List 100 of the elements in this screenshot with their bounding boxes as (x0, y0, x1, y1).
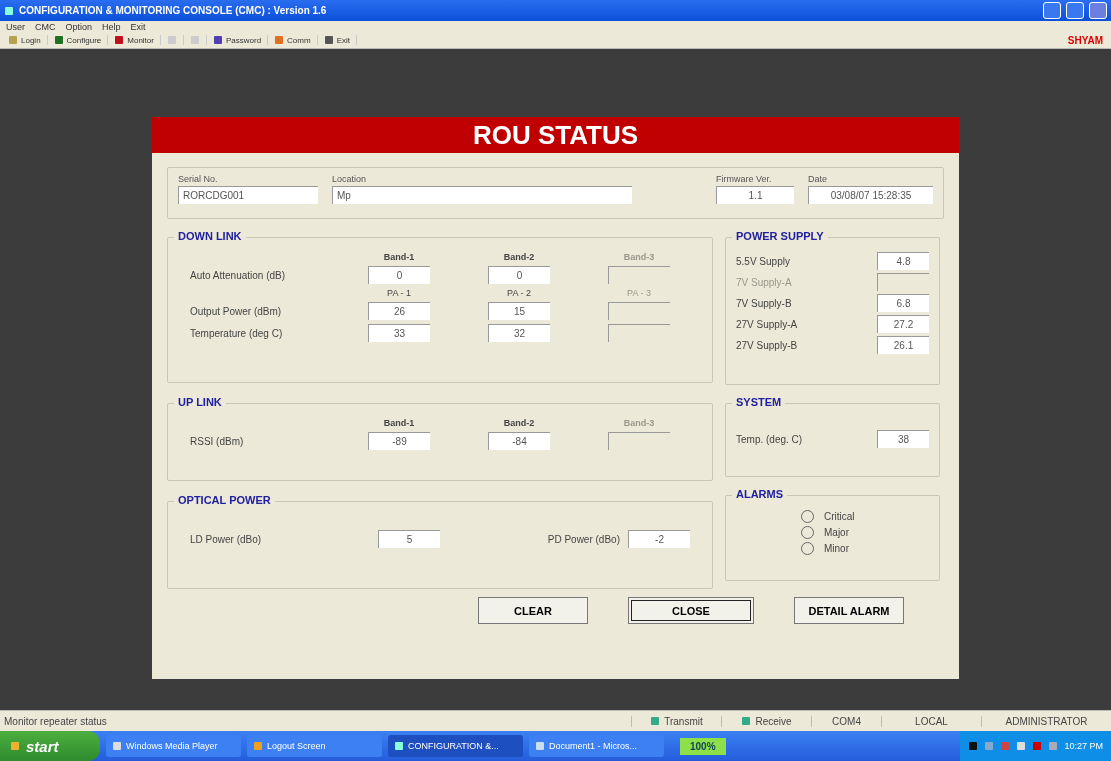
column-heading: Band-1 (382, 418, 416, 428)
status-text: ADMINISTRATOR (1005, 715, 1088, 727)
column-heading: Band-2 (502, 252, 536, 262)
tray-icon (1032, 741, 1043, 751)
minimize-button[interactable] (1043, 2, 1061, 19)
window-title: CONFIGURATION & MONITORING CONSOLE (CMC) : Version 1.6 (19, 5, 328, 16)
value-field[interactable]: -2 (628, 530, 690, 548)
dialog-button[interactable]: CLEAR (478, 597, 588, 624)
column-heading: Band-3 (622, 252, 656, 262)
column-heading: Band-2 (502, 418, 536, 428)
menu-item[interactable]: Option (65, 21, 93, 32)
row-label: Temp. (deg. C) (736, 433, 803, 445)
toolbar-button[interactable]: Exit (323, 35, 357, 45)
row-label: 27V Supply-A (736, 318, 798, 330)
tool-icon (189, 35, 200, 45)
status-text: Transmit (664, 715, 703, 727)
clock: 10:27 PM (1064, 741, 1103, 751)
app-icon (112, 741, 122, 751)
value-field[interactable]: 32 (488, 324, 550, 342)
field-label: Firmware Ver. (716, 174, 773, 184)
value-field[interactable]: Mp (332, 186, 632, 204)
column-heading: Band-3 (622, 418, 656, 428)
value-field[interactable]: -89 (368, 432, 430, 450)
column-heading: PA - 3 (626, 288, 652, 298)
app-icon (4, 5, 14, 16)
start-button[interactable]: start (0, 731, 100, 761)
tool-icon (166, 35, 177, 45)
value-field[interactable]: 4.8 (877, 252, 929, 270)
field-label: Date (808, 174, 828, 184)
app-icon (394, 741, 404, 751)
field-label: Location (332, 174, 368, 184)
row-label: 27V Supply-B (736, 339, 798, 351)
menu-item[interactable]: Exit (130, 21, 146, 32)
value-field[interactable]: 0 (488, 266, 550, 284)
alarm-label: Critical (824, 511, 855, 522)
battery-indicator: 100% (680, 737, 726, 755)
toolbar-button[interactable]: Monitor (114, 35, 161, 45)
value-field[interactable]: 03/08/07 15:28:35 (808, 186, 933, 204)
tray-icon (1016, 741, 1027, 751)
value-field[interactable]: 5 (378, 530, 440, 548)
toolbar-button[interactable]: Comm (274, 35, 318, 45)
status-text: Receive (755, 715, 792, 727)
value-field[interactable]: 15 (488, 302, 550, 320)
group-title: POWER SUPPLY (732, 230, 828, 242)
menu-item[interactable]: User (6, 21, 25, 32)
row-label: Temperature (deg C) (189, 327, 284, 339)
status-text: COM4 (832, 715, 861, 727)
toolbar-button[interactable]: Password (212, 35, 269, 45)
field-label: Serial No. (178, 174, 219, 184)
tray-icon (984, 741, 995, 751)
value-field[interactable] (877, 273, 929, 291)
value-field[interactable]: 33 (368, 324, 430, 342)
row-label: Auto Attenuation (dB) (189, 269, 287, 281)
value-field[interactable]: 26 (368, 302, 430, 320)
menu-item[interactable]: CMC (35, 21, 56, 32)
tool-icon (212, 35, 223, 45)
dialog-button[interactable]: DETAIL ALARM (794, 597, 904, 624)
taskbar-button[interactable]: CONFIGURATION &... (388, 735, 523, 757)
value-field[interactable]: 1.1 (716, 186, 794, 204)
alarm-label: Major (824, 527, 849, 538)
taskbar-button[interactable]: Document1 - Micros... (529, 735, 664, 757)
value-field[interactable]: RORCDG001 (178, 186, 318, 204)
row-label: 5.5V Supply (736, 255, 790, 267)
tool-icon (8, 35, 18, 45)
group-title: ALARMS (732, 488, 788, 500)
menu-item[interactable]: Help (102, 21, 121, 32)
app-icon (535, 741, 545, 751)
value-field[interactable]: 27.2 (877, 315, 929, 333)
tool-icon (274, 35, 285, 45)
value-field[interactable]: 38 (877, 430, 929, 448)
app-icon (253, 741, 263, 751)
group-title: SYSTEM (732, 396, 786, 408)
column-heading: Band-1 (382, 252, 416, 262)
tray-icon (968, 741, 979, 751)
row-label: 7V Supply-B (736, 297, 792, 309)
row-label: Output Power (dBm) (189, 305, 283, 317)
row-label: RSSI (dBm) (189, 435, 245, 447)
taskbar-button[interactable]: Logout Screen (247, 735, 382, 757)
value-field[interactable]: -84 (488, 432, 550, 450)
toolbar-button[interactable]: Configure (53, 35, 109, 45)
status-message: Monitor repeater status (3, 715, 108, 727)
value-field[interactable]: 6.8 (877, 294, 929, 312)
taskbar-button[interactable]: Windows Media Player (106, 735, 241, 757)
dialog-button[interactable]: CLOSE (628, 597, 754, 624)
alarm-label: Minor (824, 543, 849, 554)
status-text: LOCAL (915, 715, 948, 727)
maximize-button[interactable] (1066, 2, 1084, 19)
value-field[interactable]: 26.1 (877, 336, 929, 354)
row-label: 7V Supply-A (736, 276, 792, 288)
tool-icon (53, 35, 64, 45)
value-field[interactable]: 0 (368, 266, 430, 284)
brand-logo: SHYAM (1067, 34, 1103, 46)
group-title: DOWN LINK (174, 230, 246, 242)
toolbar-button[interactable]: Login (8, 35, 48, 45)
group-title: UP LINK (174, 396, 226, 408)
close-button[interactable] (1089, 2, 1107, 19)
row-label: PD Power (dBo) (546, 533, 621, 545)
dialog-title: ROU STATUS (152, 117, 959, 153)
column-heading: PA - 1 (386, 288, 412, 298)
column-heading: PA - 2 (506, 288, 532, 298)
